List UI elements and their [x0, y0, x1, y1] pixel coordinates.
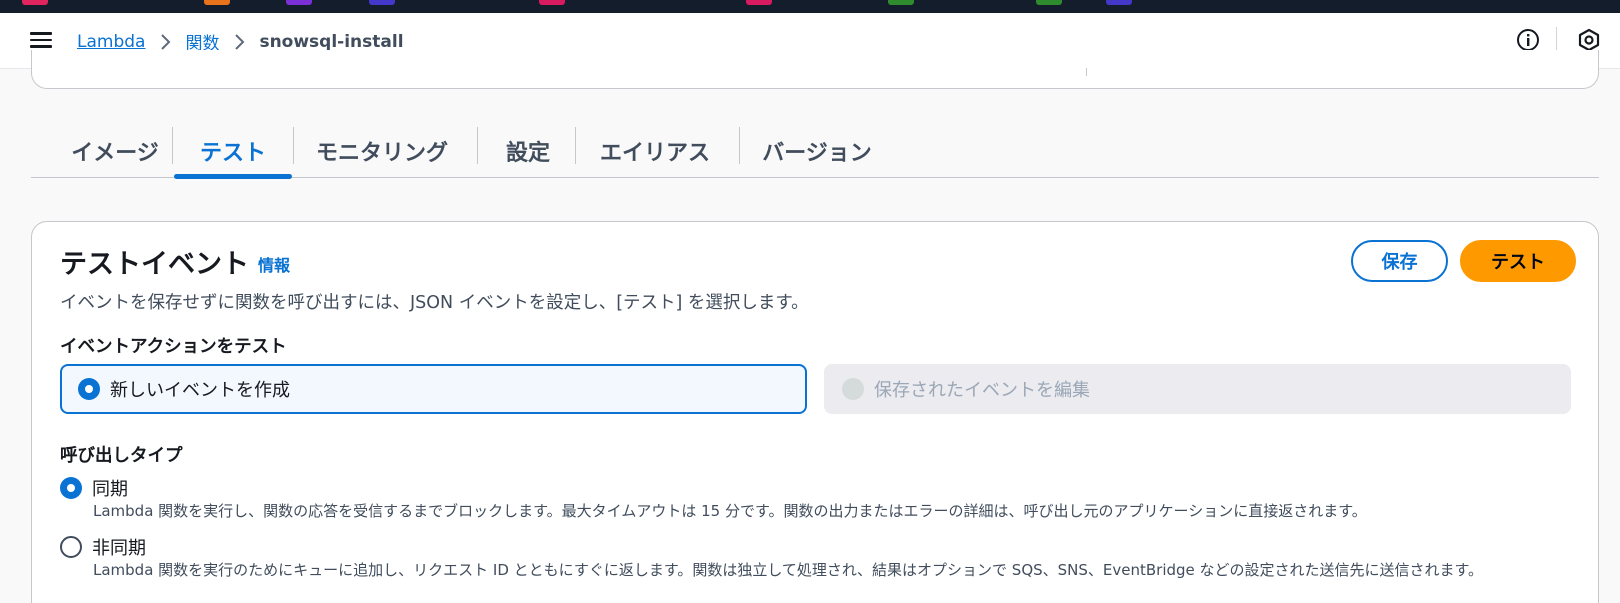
tab-aliases[interactable]: エイリアス: [579, 125, 731, 177]
radio-unselected-icon[interactable]: [60, 536, 82, 558]
event-action-label: イベントアクションをテスト: [60, 337, 287, 357]
info-link[interactable]: 情報: [258, 252, 290, 276]
bookmark-favicon[interactable]: [1106, 0, 1132, 5]
test-event-description: イベントを保存せずに関数を呼び出すには、JSON イベントを設定し、[テスト] …: [60, 293, 809, 313]
invocation-sync-description: Lambda 関数を実行し、関数の応答を受信するまでブロックします。最大タイムア…: [93, 502, 1367, 520]
browser-bookmarks-strip: [0, 0, 1620, 13]
hamburger-icon[interactable]: [30, 29, 52, 51]
bookmark-favicon[interactable]: [369, 0, 395, 5]
tab-separator: [172, 127, 173, 164]
tab-separator: [575, 127, 576, 164]
test-event-card: テストイベント 情報 イベントを保存せずに関数を呼び出すには、JSON イベント…: [31, 221, 1599, 603]
bookmark-favicon[interactable]: [746, 0, 772, 5]
invocation-async-description: Lambda 関数を実行のためにキューに追加し、リクエスト ID とともにすぐに…: [93, 561, 1484, 579]
bookmark-favicon[interactable]: [22, 0, 48, 5]
breadcrumb-lambda[interactable]: Lambda: [77, 32, 145, 52]
invocation-sync-label: 同期: [92, 479, 128, 500]
save-button[interactable]: 保存: [1351, 240, 1448, 282]
tab-configuration[interactable]: 設定: [482, 125, 574, 177]
tab-separator: [293, 127, 294, 164]
radio-selected-icon[interactable]: [78, 378, 100, 400]
tab-monitoring[interactable]: モニタリング: [297, 125, 467, 177]
bookmark-favicon[interactable]: [888, 0, 914, 5]
tab-separator: [477, 127, 478, 164]
chevron-right-icon: [233, 33, 245, 51]
invocation-sync-option[interactable]: 同期: [60, 475, 128, 501]
tab-image[interactable]: イメージ: [59, 125, 171, 177]
chevron-right-icon: [159, 33, 171, 51]
function-tabs: イメージ テスト モニタリング 設定 エイリアス バージョン: [31, 125, 1599, 179]
breadcrumb-current: snowsql-install: [259, 31, 404, 52]
tab-separator: [739, 127, 740, 164]
create-new-event-tile[interactable]: 新しいイベントを作成: [60, 364, 807, 414]
tab-versions[interactable]: バージョン: [742, 125, 892, 177]
edit-saved-event-label: 保存されたイベントを編集: [874, 380, 1090, 401]
page-title: テストイベント: [60, 249, 249, 280]
invocation-async-label: 非同期: [92, 538, 146, 559]
invocation-async-option[interactable]: 非同期: [60, 534, 146, 560]
tab-test[interactable]: テスト: [174, 125, 292, 179]
radio-selected-icon[interactable]: [60, 477, 82, 499]
edit-saved-event-tile: 保存されたイベントを編集: [824, 364, 1571, 414]
bookmark-favicon[interactable]: [1036, 0, 1062, 5]
card-divider: [1086, 68, 1087, 76]
bookmark-favicon[interactable]: [539, 0, 565, 5]
radio-disabled-icon: [842, 378, 864, 400]
test-button[interactable]: テスト: [1460, 240, 1576, 282]
bookmark-favicon[interactable]: [204, 0, 230, 5]
function-overview-card: [31, 50, 1599, 89]
invocation-type-label: 呼び出しタイプ: [60, 446, 183, 466]
create-new-event-label: 新しいイベントを作成: [110, 380, 290, 401]
bookmark-favicon[interactable]: [286, 0, 312, 5]
